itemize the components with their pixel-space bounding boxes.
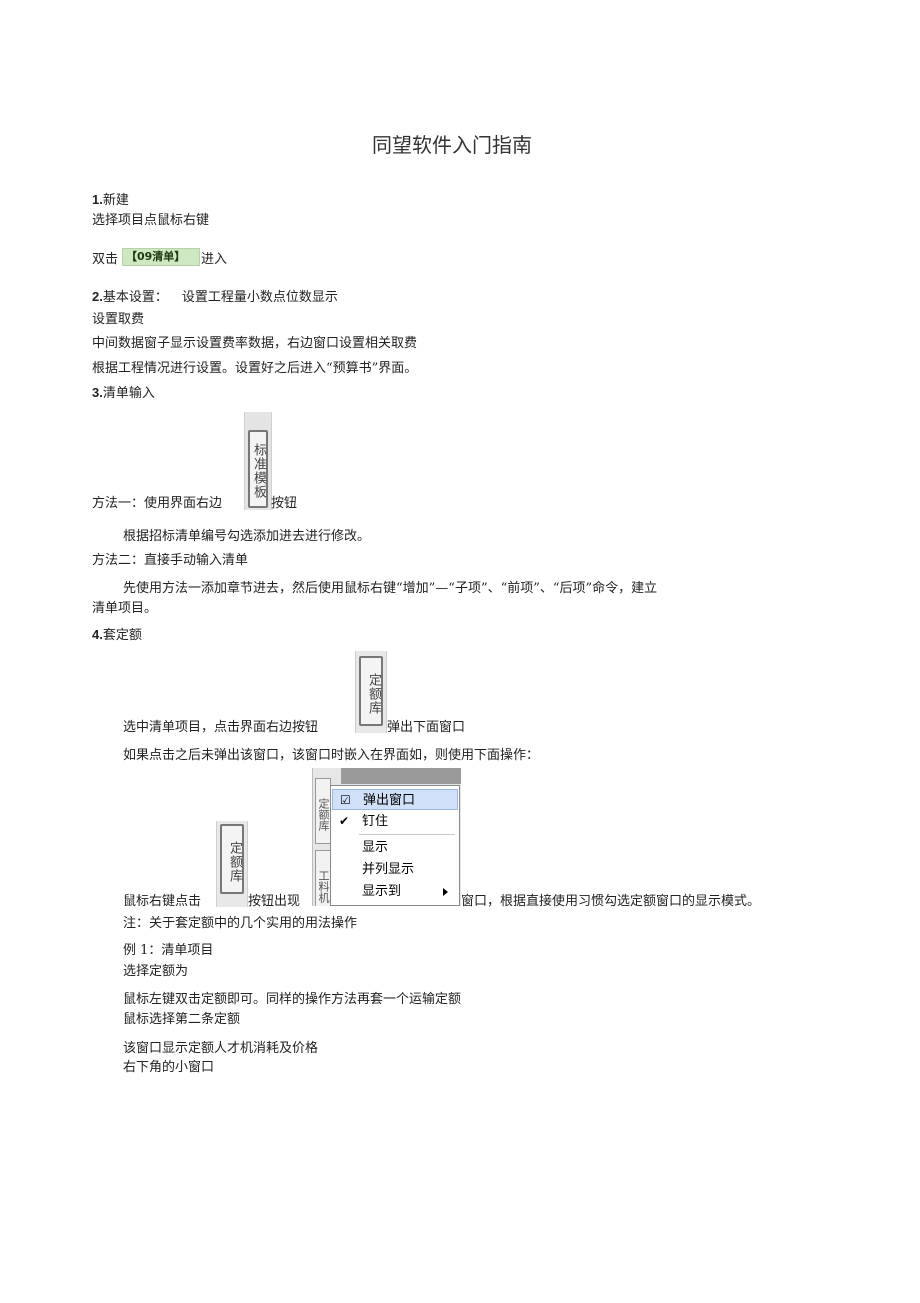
section-2-title-tail: 设置工程量小数点位数显示 bbox=[181, 290, 338, 305]
section-4-line-1-post: 弹出下面窗口 bbox=[387, 720, 466, 735]
template-button-image: 标准模板 bbox=[244, 412, 272, 510]
section-3-number: 3. bbox=[92, 385, 103, 400]
section-3-method-2: 方法二：直接手动输入清单 bbox=[92, 553, 249, 568]
section-1-title: 新建 bbox=[102, 193, 129, 208]
section-2-heading: 2.基本设置： 设置工程量小数点位数显示 bbox=[92, 289, 338, 306]
menu-item-show-side-by-side[interactable]: 并列显示 bbox=[332, 859, 458, 880]
example-1-line-4: 鼠标选择第二条定额 bbox=[123, 1012, 241, 1027]
section-4-line-2: 如果点击之后未弹出该窗口，该窗口时嵌入在界面如，则使用下面操作： bbox=[123, 748, 540, 763]
section-4-title: 套定额 bbox=[102, 628, 142, 643]
page-title: 同望软件入门指南 bbox=[372, 133, 532, 157]
section-3-heading: 3.清单输入 bbox=[92, 385, 155, 402]
quota-library-button-image: 定额库 bbox=[355, 651, 387, 733]
section-1-line-1: 选择项目点鼠标右键 bbox=[92, 213, 210, 228]
section-3-title: 清单输入 bbox=[102, 386, 155, 401]
example-1-line-6: 右下角的小窗口 bbox=[123, 1060, 215, 1075]
section-3-method-2-desc-2: 清单项目。 bbox=[92, 601, 158, 616]
section-4-heading: 4.套定额 bbox=[92, 627, 142, 644]
section-1-line-2-post: 进入 bbox=[201, 252, 228, 267]
side-tab-material: 工料机 bbox=[315, 850, 331, 906]
quota-library-button-label-2: 定额库 bbox=[220, 824, 244, 894]
section-4-line-3-pre: 鼠标右键点击 bbox=[123, 894, 202, 909]
section-1-number: 1. bbox=[92, 192, 103, 207]
menu-item-show[interactable]: 显示 bbox=[332, 837, 458, 858]
section-2-title: 基本设置： bbox=[102, 290, 168, 305]
qd-09-button-image: 【09清单】 bbox=[122, 248, 200, 266]
section-1-line-2-pre: 双击 bbox=[92, 252, 119, 267]
section-4-line-1-pre: 选中清单项目，点击界面右边按钮 bbox=[123, 720, 319, 735]
section-2-line-2: 中间数据窗子显示设置费率数据，右边窗口设置相关取费 bbox=[92, 336, 418, 351]
section-4-line-3-mid: 按钮出现 bbox=[248, 894, 301, 909]
example-1-line-2: 选择定额为 bbox=[123, 964, 189, 979]
example-1-heading: 例 1：清单项目 bbox=[123, 943, 214, 958]
section-1-heading: 1.新建 bbox=[92, 192, 129, 209]
section-2-line-3: 根据工程情况进行设置。设置好之后进入“预算书”界面。 bbox=[92, 361, 418, 376]
section-3-method-1-pre: 方法一：使用界面右边 bbox=[92, 496, 223, 511]
check-mark-icon: ✔ bbox=[339, 814, 350, 828]
context-menu: ☑ 弹出窗口 ✔ 钉住 显示 并列显示 显示到 bbox=[330, 785, 460, 906]
section-4-number: 4. bbox=[92, 627, 103, 642]
section-3-method-1-post: 按钮 bbox=[271, 496, 298, 511]
menu-separator bbox=[359, 834, 455, 835]
section-2-number: 2. bbox=[92, 289, 103, 304]
quota-library-button-image-2: 定额库 bbox=[216, 821, 248, 907]
example-1-line-5: 该窗口显示定额人才机消耗及价格 bbox=[123, 1041, 319, 1056]
menu-item-popup-window[interactable]: ☑ 弹出窗口 bbox=[332, 789, 458, 810]
section-3-method-2-desc-1: 先使用方法一添加章节进去，然后使用鼠标右键“增加”—“子项”、“前项”、“后项”… bbox=[123, 581, 658, 596]
section-4-line-3-post: 窗口，根据直接使用习惯勾选定额窗口的显示模式。 bbox=[461, 894, 761, 909]
checkbox-checked-icon: ☑ bbox=[340, 793, 351, 807]
submenu-arrow-icon bbox=[443, 888, 448, 896]
section-3-method-1-desc: 根据招标清单编号勾选添加进去进行修改。 bbox=[123, 529, 371, 544]
template-button-label: 标准模板 bbox=[248, 430, 268, 508]
menu-item-show-to[interactable]: 显示到 bbox=[332, 881, 458, 902]
quota-library-button-label: 定额库 bbox=[359, 656, 383, 726]
window-strip bbox=[341, 768, 461, 784]
side-tab-quota: 定额库 bbox=[315, 778, 331, 844]
section-4-note: 注：关于套定额中的几个实用的用法操作 bbox=[123, 916, 358, 931]
example-1-line-3: 鼠标左键双击定额即可。同样的操作方法再套一个运输定额 bbox=[123, 992, 462, 1007]
menu-item-pin[interactable]: ✔ 钉住 bbox=[332, 811, 458, 832]
section-2-line-1: 设置取费 bbox=[92, 312, 145, 327]
